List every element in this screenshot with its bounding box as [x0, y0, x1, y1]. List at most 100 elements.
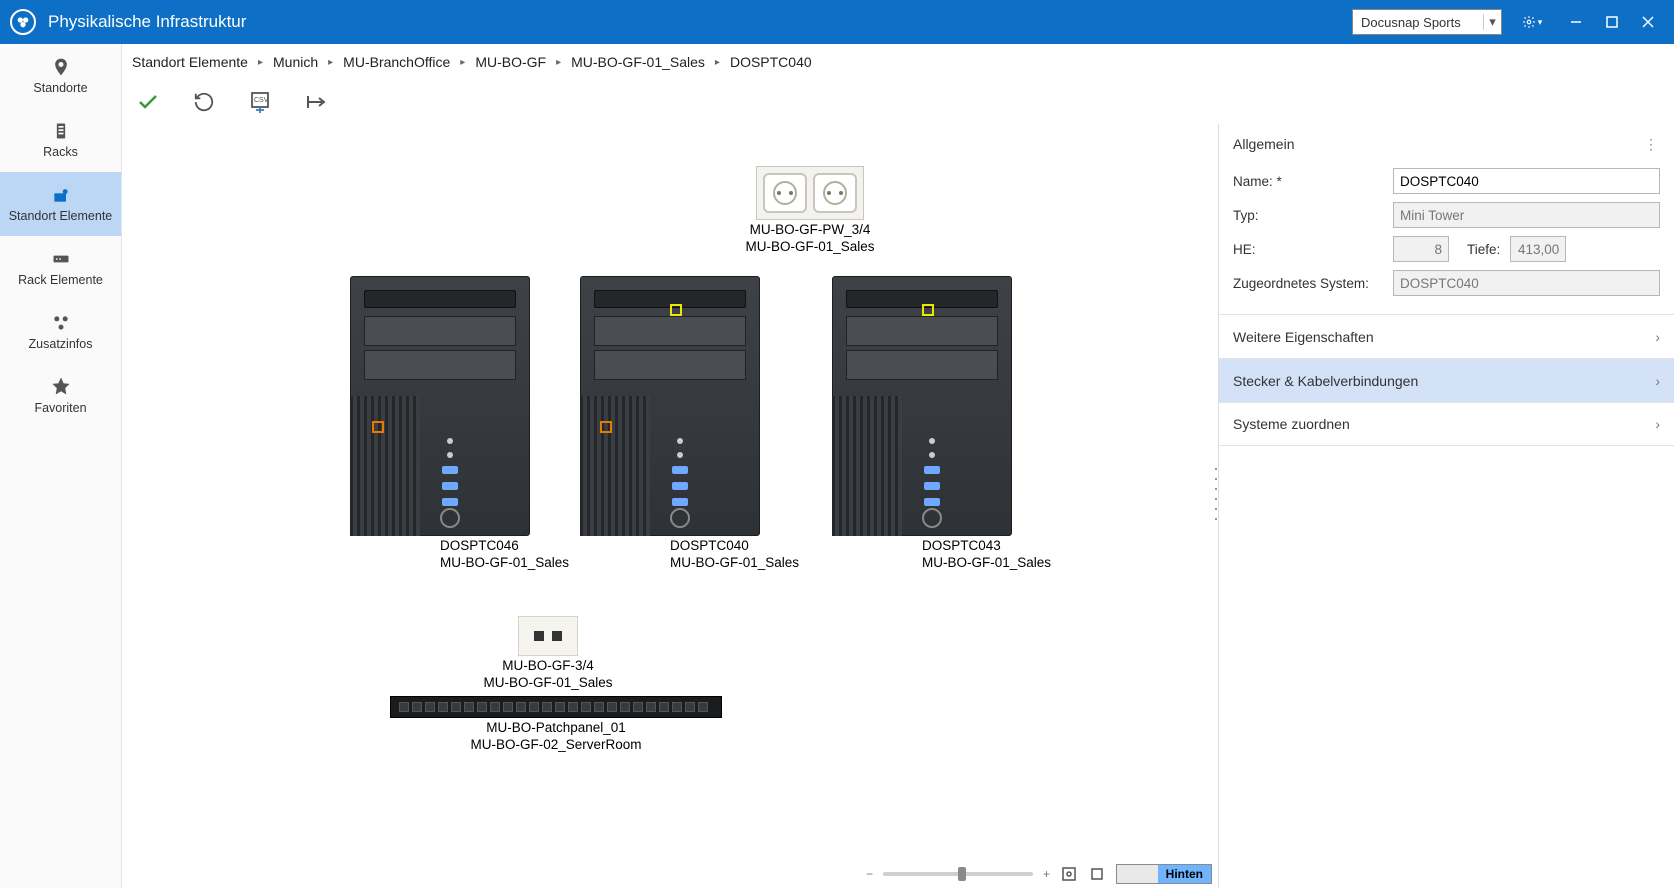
splitter-handle[interactable] — [1213, 464, 1219, 524]
nav-label: Standort Elemente — [9, 209, 113, 223]
device-label: MU-BO-GF-3/4MU-BO-GF-01_Sales — [483, 658, 612, 692]
field-label: Name: * — [1233, 174, 1383, 189]
field-zsys: Zugeordnetes System: — [1219, 266, 1674, 300]
nav-label: Standorte — [33, 81, 87, 95]
typ-input — [1393, 202, 1660, 228]
properties-panel: Allgemein ⋮ Name: * Typ: HE: Tiefe: Zuge… — [1218, 124, 1674, 888]
field-label: Zugeordnetes System: — [1233, 276, 1383, 291]
cable-overlay — [122, 124, 422, 274]
breadcrumb-item[interactable]: MU-BO-GF — [475, 54, 546, 70]
he-input — [1393, 236, 1449, 262]
nav-zusatzinfos[interactable]: Zusatzinfos — [0, 300, 121, 364]
field-he-tiefe: HE: Tiefe: — [1219, 232, 1674, 266]
pc-tower[interactable] — [350, 276, 530, 536]
nav-standorte[interactable]: Standorte — [0, 44, 121, 108]
chevron-right-icon: › — [1655, 416, 1660, 432]
left-nav: Standorte Racks Standort Elemente Rack E… — [0, 44, 122, 888]
zoom-out-icon[interactable]: − — [866, 867, 873, 881]
network-port-marker[interactable] — [600, 421, 612, 433]
breadcrumb-item[interactable]: Munich — [273, 54, 318, 70]
breadcrumb-item[interactable]: MU-BO-GF-01_Sales — [571, 54, 705, 70]
breadcrumb-root[interactable]: Standort Elemente — [132, 54, 248, 70]
nav-label: Racks — [43, 145, 78, 159]
device-label: MU-BO-Patchpanel_01MU-BO-GF-02_ServerRoo… — [470, 720, 641, 754]
more-menu-icon[interactable]: ⋮ — [1644, 136, 1660, 153]
location-pin-icon — [51, 57, 71, 77]
main-area: Standort Elemente▸ Munich▸ MU-BranchOffi… — [122, 44, 1674, 888]
nav-label: Rack Elemente — [18, 273, 103, 287]
patch-panel[interactable] — [390, 696, 722, 718]
apply-button[interactable] — [134, 88, 162, 116]
settings-gear-icon[interactable]: ▾ — [1514, 6, 1550, 38]
tenant-dropdown[interactable]: Docusnap Sports ▾ — [1352, 9, 1502, 35]
socket-icon — [763, 173, 807, 213]
expander-more-properties[interactable]: Weitere Eigenschaften › — [1219, 314, 1674, 358]
expander-label: Weitere Eigenschaften — [1233, 329, 1374, 345]
building-pin-icon — [51, 185, 71, 205]
field-typ: Typ: — [1219, 198, 1674, 232]
window-title: Physikalische Infrastruktur — [48, 12, 246, 32]
navigate-button[interactable] — [302, 88, 330, 116]
actual-size-icon[interactable] — [1088, 865, 1106, 883]
name-input[interactable] — [1393, 168, 1660, 194]
info-nodes-icon — [51, 313, 71, 333]
pc-tower[interactable] — [832, 276, 1012, 536]
pc-tower[interactable] — [580, 276, 760, 536]
field-label: Typ: — [1233, 208, 1383, 223]
nav-racks[interactable]: Racks — [0, 108, 121, 172]
rj45-icon — [552, 631, 562, 641]
canvas-footer: − + Vorn Hinten — [866, 862, 1212, 886]
export-csv-button[interactable]: CSV — [246, 88, 274, 116]
zsys-input — [1393, 270, 1660, 296]
refresh-button[interactable] — [190, 88, 218, 116]
toggle-front[interactable]: Vorn — [1117, 865, 1158, 883]
minimize-button[interactable] — [1558, 6, 1594, 38]
fit-view-icon[interactable] — [1060, 865, 1078, 883]
zoom-in-icon[interactable]: + — [1043, 867, 1050, 881]
device-label: DOSPTC040MU-BO-GF-01_Sales — [670, 538, 799, 572]
star-icon — [51, 377, 71, 397]
chevron-down-icon: ▾ — [1538, 17, 1543, 28]
nav-standort-elemente[interactable]: Standort Elemente — [0, 172, 121, 236]
wall-jack[interactable] — [518, 616, 578, 656]
maximize-button[interactable] — [1594, 6, 1630, 38]
chevron-right-icon: › — [1655, 373, 1660, 389]
expander-assign-systems[interactable]: Systeme zuordnen › — [1219, 402, 1674, 446]
breadcrumb-item[interactable]: MU-BranchOffice — [343, 54, 450, 70]
rj45-icon — [534, 631, 544, 641]
power-port-marker[interactable] — [670, 304, 682, 316]
network-port-marker[interactable] — [372, 421, 384, 433]
toggle-back[interactable]: Hinten — [1158, 865, 1211, 883]
socket-icon — [813, 173, 857, 213]
rack-icon — [51, 121, 71, 141]
power-port-marker[interactable] — [922, 304, 934, 316]
chevron-right-icon: › — [1655, 329, 1660, 345]
close-button[interactable] — [1630, 6, 1666, 38]
app-logo-icon — [10, 9, 36, 35]
expander-label: Stecker & Kabelverbindungen — [1233, 373, 1418, 389]
nav-rack-elemente[interactable]: Rack Elemente — [0, 236, 121, 300]
expander-cable-connections[interactable]: Stecker & Kabelverbindungen › — [1219, 358, 1674, 402]
breadcrumb: Standort Elemente▸ Munich▸ MU-BranchOffi… — [122, 44, 1674, 80]
nav-label: Favoriten — [34, 401, 86, 415]
device-label: MU-BO-GF-PW_3/4MU-BO-GF-01_Sales — [745, 222, 874, 256]
field-name: Name: * — [1219, 164, 1674, 198]
breadcrumb-current: DOSPTC040 — [730, 54, 812, 70]
zoom-slider[interactable] — [883, 872, 1033, 876]
device-label: DOSPTC043MU-BO-GF-01_Sales — [922, 538, 1051, 572]
topology-canvas[interactable]: MU-BO-GF-PW_3/4MU-BO-GF-01_Sales DOSPTC0… — [122, 124, 1218, 888]
section-title: Allgemein — [1233, 136, 1294, 152]
tiefe-input — [1510, 236, 1566, 262]
title-bar: Physikalische Infrastruktur Docusnap Spo… — [0, 0, 1674, 44]
chevron-down-icon: ▾ — [1483, 14, 1497, 30]
nav-label: Zusatzinfos — [29, 337, 93, 351]
front-back-toggle[interactable]: Vorn Hinten — [1116, 864, 1212, 884]
field-label: Tiefe: — [1467, 242, 1500, 257]
nav-favoriten[interactable]: Favoriten — [0, 364, 121, 428]
power-outlet[interactable] — [756, 166, 864, 220]
expander-label: Systeme zuordnen — [1233, 416, 1350, 432]
field-label: HE: — [1233, 242, 1383, 257]
section-general-header: Allgemein ⋮ — [1219, 124, 1674, 164]
device-label: DOSPTC046MU-BO-GF-01_Sales — [440, 538, 569, 572]
rack-unit-icon — [51, 249, 71, 269]
